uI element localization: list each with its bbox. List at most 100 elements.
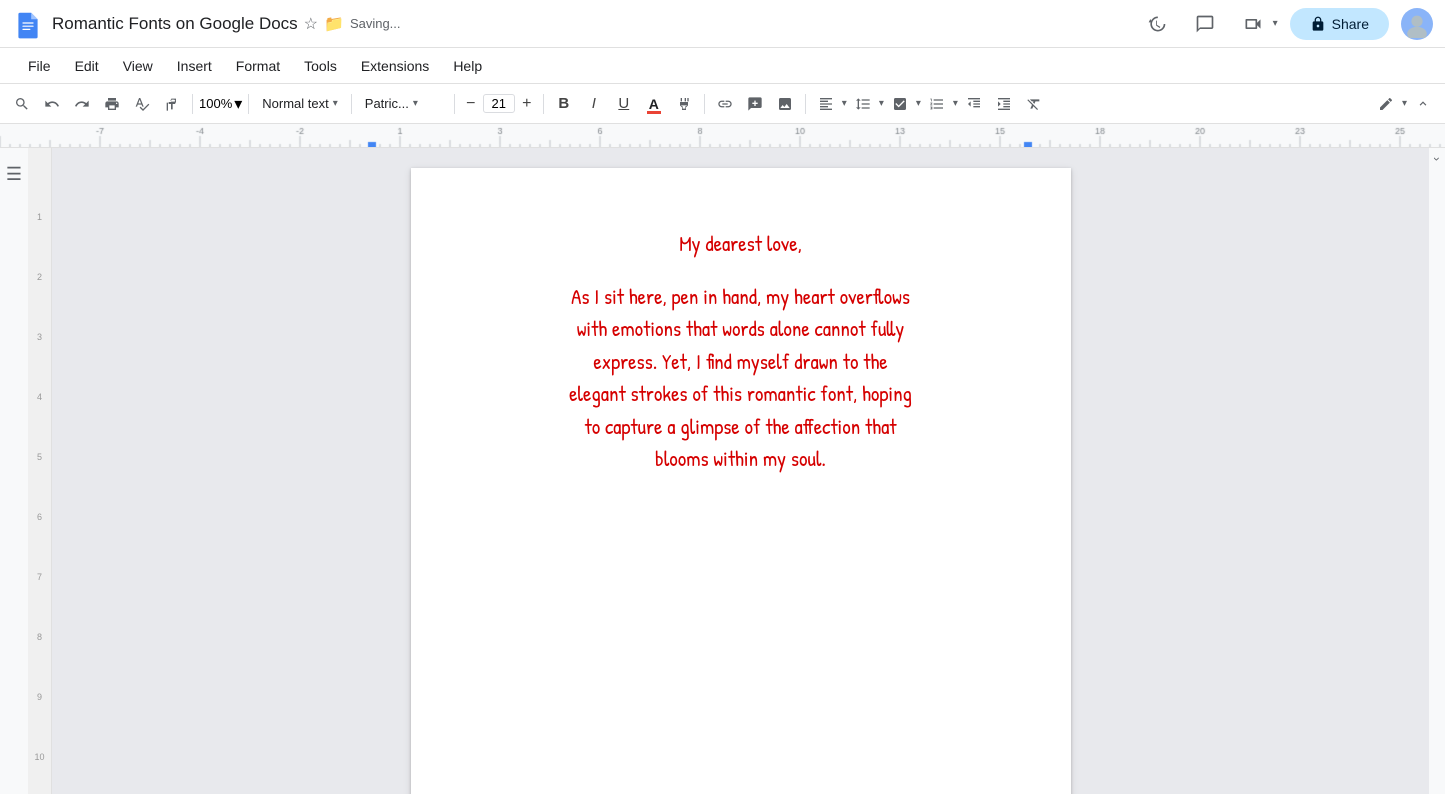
ruler bbox=[0, 124, 1445, 148]
checklist-dropdown-arrow[interactable]: ▾ bbox=[916, 98, 921, 109]
divider-1 bbox=[192, 94, 193, 114]
font-size-increase-button[interactable]: + bbox=[517, 90, 537, 118]
spellcheck-button[interactable] bbox=[128, 90, 156, 118]
decrease-indent-button[interactable] bbox=[960, 90, 988, 118]
numbered-list-dropdown-arrow[interactable]: ▾ bbox=[953, 98, 958, 109]
paint-format-button[interactable] bbox=[158, 90, 186, 118]
toolbar: 100% ▾ Normal text ▾ Patric... ▾ − 21 + … bbox=[0, 84, 1445, 124]
divider-3 bbox=[351, 94, 352, 114]
line-body: As I sit here, pen in hand, my heart ove… bbox=[491, 281, 991, 476]
expand-sidebar-button[interactable]: › bbox=[1430, 157, 1444, 161]
line-spacing-icon bbox=[855, 96, 871, 112]
comment-icon bbox=[1195, 14, 1215, 34]
font-dropdown-arrow: ▾ bbox=[413, 98, 418, 109]
text-align-button[interactable] bbox=[812, 90, 840, 118]
menu-format[interactable]: Format bbox=[224, 54, 292, 78]
print-icon bbox=[104, 96, 120, 112]
line-greeting: My dearest love, bbox=[491, 228, 991, 261]
align-icon bbox=[818, 96, 834, 112]
ruler-mark-8: 8 bbox=[37, 632, 42, 642]
undo-button[interactable] bbox=[38, 90, 66, 118]
menu-tools[interactable]: Tools bbox=[292, 54, 349, 78]
folder-icon[interactable]: 📁 bbox=[324, 14, 344, 34]
lock-icon bbox=[1310, 16, 1326, 32]
doc-title[interactable]: Romantic Fonts on Google Docs bbox=[52, 14, 298, 34]
zoom-control[interactable]: 100% ▾ bbox=[199, 94, 242, 114]
line-spacing-dropdown-arrow[interactable]: ▾ bbox=[879, 98, 884, 109]
edit-mode-icon bbox=[1378, 96, 1394, 112]
ruler-content bbox=[0, 124, 1445, 147]
saving-text: Saving... bbox=[350, 16, 401, 31]
page: My dearest love, As I sit here, pen in h… bbox=[411, 168, 1071, 794]
underline-button[interactable]: U bbox=[610, 90, 638, 118]
history-button[interactable] bbox=[1139, 6, 1175, 42]
divider-4 bbox=[454, 94, 455, 114]
italic-button[interactable]: I bbox=[580, 90, 608, 118]
share-button[interactable]: Share bbox=[1290, 8, 1389, 40]
font-name-dropdown[interactable]: Patric... ▾ bbox=[358, 90, 448, 118]
ruler-mark-6: 6 bbox=[37, 512, 42, 522]
zoom-dropdown-arrow: ▾ bbox=[234, 94, 242, 114]
paragraph-style-dropdown[interactable]: Normal text ▾ bbox=[255, 90, 345, 118]
print-button[interactable] bbox=[98, 90, 126, 118]
left-sidebar: ☰ bbox=[0, 148, 28, 794]
line-spacing-button[interactable] bbox=[849, 90, 877, 118]
user-avatar[interactable] bbox=[1401, 8, 1433, 40]
spellcheck-icon bbox=[134, 96, 150, 112]
vertical-ruler: 1 2 3 4 5 6 7 8 9 10 11 bbox=[28, 148, 52, 794]
highlight-color-button[interactable] bbox=[670, 90, 698, 118]
collapse-sidebar-button[interactable] bbox=[1409, 90, 1437, 118]
video-chevron-icon[interactable]: ▾ bbox=[1273, 18, 1278, 29]
paint-format-icon bbox=[164, 96, 180, 112]
checklist-button[interactable] bbox=[886, 90, 914, 118]
ruler-mark-5: 5 bbox=[37, 452, 42, 462]
doc-content[interactable]: My dearest love, As I sit here, pen in h… bbox=[491, 228, 991, 476]
search-button[interactable] bbox=[8, 90, 36, 118]
menu-bar: File Edit View Insert Format Tools Exten… bbox=[0, 48, 1445, 84]
font-size-input[interactable]: 21 bbox=[483, 94, 515, 113]
history-icon bbox=[1147, 14, 1167, 34]
numbered-list-button[interactable] bbox=[923, 90, 951, 118]
insert-image-button[interactable] bbox=[771, 90, 799, 118]
clear-formatting-icon bbox=[1026, 96, 1042, 112]
menu-help[interactable]: Help bbox=[441, 54, 494, 78]
increase-indent-icon bbox=[996, 96, 1012, 112]
video-call-button[interactable] bbox=[1235, 6, 1271, 42]
insert-link-button[interactable] bbox=[711, 90, 739, 118]
ruler-mark-7: 7 bbox=[37, 572, 42, 582]
font-color-button[interactable]: A bbox=[640, 90, 668, 118]
video-button-wrapper: ▾ bbox=[1235, 6, 1278, 42]
redo-icon bbox=[74, 96, 90, 112]
editing-mode-button[interactable] bbox=[1372, 90, 1400, 118]
bold-button[interactable]: B bbox=[550, 90, 578, 118]
comment-button[interactable] bbox=[1187, 6, 1223, 42]
numbered-list-icon bbox=[929, 96, 945, 112]
divider-5 bbox=[543, 94, 544, 114]
share-label: Share bbox=[1332, 16, 1369, 32]
increase-indent-button[interactable] bbox=[990, 90, 1018, 118]
editing-mode-dropdown-arrow[interactable]: ▾ bbox=[1402, 98, 1407, 109]
google-docs-icon bbox=[12, 8, 44, 40]
menu-extensions[interactable]: Extensions bbox=[349, 54, 441, 78]
align-dropdown-arrow[interactable]: ▾ bbox=[842, 98, 847, 109]
star-icon[interactable]: ☆ bbox=[304, 14, 318, 34]
checklist-icon bbox=[892, 96, 908, 112]
outline-icon[interactable]: ☰ bbox=[2, 160, 26, 189]
ruler-mark-1: 1 bbox=[37, 212, 42, 222]
font-size-decrease-button[interactable]: − bbox=[461, 90, 481, 118]
menu-view[interactable]: View bbox=[111, 54, 165, 78]
doc-area[interactable]: My dearest love, As I sit here, pen in h… bbox=[52, 148, 1429, 794]
right-sidebar: › bbox=[1429, 148, 1445, 794]
add-comment-button[interactable] bbox=[741, 90, 769, 118]
collapse-icon bbox=[1416, 97, 1430, 111]
ruler-canvas bbox=[0, 124, 1445, 148]
redo-button[interactable] bbox=[68, 90, 96, 118]
clear-formatting-button[interactable] bbox=[1020, 90, 1048, 118]
menu-file[interactable]: File bbox=[16, 54, 63, 78]
decrease-indent-icon bbox=[966, 96, 982, 112]
divider-2 bbox=[248, 94, 249, 114]
menu-edit[interactable]: Edit bbox=[63, 54, 111, 78]
menu-insert[interactable]: Insert bbox=[165, 54, 224, 78]
ruler-mark-4: 4 bbox=[37, 392, 42, 402]
image-icon bbox=[777, 96, 793, 112]
